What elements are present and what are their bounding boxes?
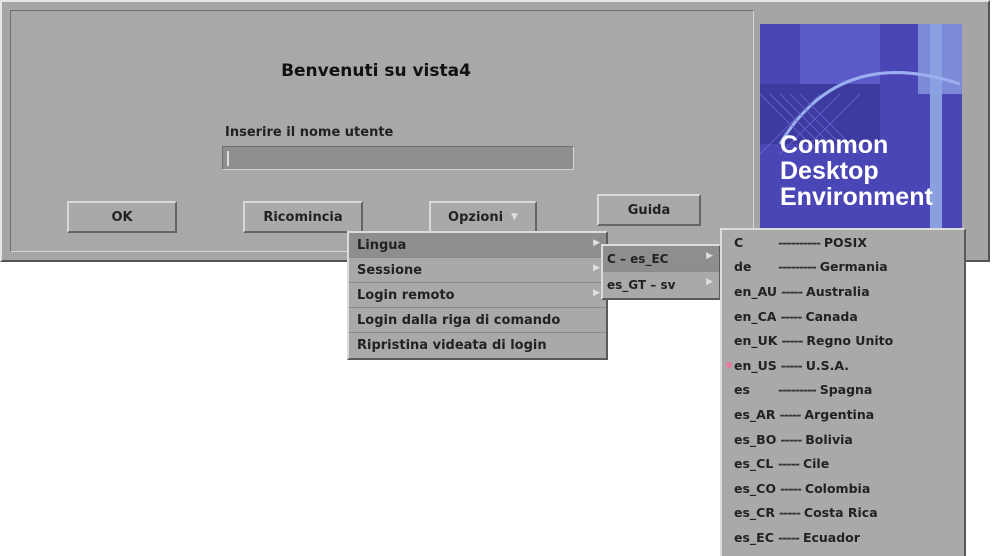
text-caret <box>227 151 229 166</box>
language-code: en_AU <box>734 283 778 299</box>
language-item-es-ar[interactable]: es_AR ----- Argentina <box>722 402 964 427</box>
language-name: Germania <box>819 259 888 275</box>
language-separator: ----- <box>779 480 802 496</box>
menu-item-remote-login[interactable]: Login remoto ▶ <box>349 283 606 308</box>
language-name: Ecuador <box>802 529 860 545</box>
language-name: Argentina <box>804 406 875 422</box>
language-item-en-us[interactable]: en_US ----- U.S.A. <box>722 353 964 378</box>
language-name: Canada <box>805 308 858 324</box>
language-item-en-au[interactable]: en_AU ----- Australia <box>722 279 964 304</box>
language-code: en_UK <box>734 333 778 349</box>
restart-button[interactable]: Ricomincia <box>243 201 363 233</box>
submenu-arrow-icon: ▶ <box>593 263 600 273</box>
menu-item-label: C – es_EC <box>607 251 669 266</box>
language-separator: ----- <box>778 505 801 521</box>
language-separator: ----- <box>778 529 800 545</box>
language-item-c[interactable]: C ---------- POSIX <box>722 230 964 255</box>
language-separator: ----- <box>780 357 803 373</box>
language-name: Spagna <box>819 382 873 398</box>
language-separator: ----- <box>781 283 803 299</box>
language-name: Bolivia <box>805 431 853 447</box>
language-code: es_BO <box>734 431 777 447</box>
help-button[interactable]: Guida <box>597 194 701 226</box>
language-name: U.S.A. <box>805 357 850 373</box>
options-menu: Lingua ▶ Sessione ▶ Login remoto ▶ Login… <box>347 231 608 360</box>
language-separator: --------- <box>778 259 817 275</box>
language-separator: ----- <box>780 308 802 324</box>
logo-line-environment: Environment <box>780 183 933 211</box>
language-code: es_CO <box>734 480 776 496</box>
menu-item-label: Lingua <box>357 237 407 253</box>
language-item-en-uk[interactable]: en_UK ----- Regno Unito <box>722 328 964 353</box>
restart-button-label: Ricomincia <box>263 209 343 225</box>
help-button-label: Guida <box>627 202 671 218</box>
menu-item-label: Login dalla riga di comando <box>357 312 561 328</box>
cde-logo: Common Desktop Environment <box>760 24 962 229</box>
language-item-en-ca[interactable]: en_CA ----- Canada <box>722 304 964 329</box>
logo-line-common: Common <box>780 131 889 159</box>
submenu-arrow-icon: ▶ <box>593 288 600 298</box>
language-group-es-gt-sv[interactable]: es_GT – sv ▶ <box>603 272 719 298</box>
language-code: en_US <box>734 357 777 373</box>
language-item-es-co[interactable]: es_CO ----- Colombia <box>722 476 964 501</box>
cde-logo-text: Common Desktop Environment <box>780 132 933 210</box>
login-window: Benvenuti su vista4 Inserire il nome ute… <box>0 0 990 262</box>
language-item-es-ec[interactable]: es_EC ----- Ecuador <box>722 525 964 550</box>
menu-arrow-icon: ▼ <box>511 212 518 222</box>
menu-item-language[interactable]: Lingua ▶ <box>349 233 606 258</box>
ok-button-label: OK <box>111 209 133 225</box>
username-label: Inserire il nome utente <box>225 125 394 140</box>
language-code: es_AR <box>734 406 776 422</box>
language-item-es-cr[interactable]: es_CR ----- Costa Rica <box>722 501 964 526</box>
language-item-es[interactable]: es --------- Spagna <box>722 378 964 403</box>
menu-item-label: Login remoto <box>357 287 455 303</box>
language-name: Australia <box>806 283 870 299</box>
logo-line-desktop: Desktop <box>780 157 879 185</box>
submenu-arrow-icon: ▶ <box>706 277 713 287</box>
language-group-c-es-ec[interactable]: C – es_EC ▶ <box>603 246 719 272</box>
language-separator: ----- <box>779 406 801 422</box>
username-input[interactable] <box>222 146 574 170</box>
menu-item-command-line-login[interactable]: Login dalla riga di comando <box>349 308 606 333</box>
language-separator: ----- <box>780 431 802 447</box>
menu-item-label: Sessione <box>357 262 423 278</box>
language-separator: --------- <box>778 382 817 398</box>
language-separator: ----- <box>778 456 800 472</box>
menu-item-label: es_GT – sv <box>607 278 676 292</box>
language-name: Regno Unito <box>806 333 894 349</box>
language-item-de[interactable]: de --------- Germania <box>722 255 964 280</box>
selected-radio-icon <box>726 361 732 368</box>
language-group-menu: C – es_EC ▶ es_GT – sv ▶ <box>601 244 721 300</box>
language-list-menu: C ---------- POSIX de --------- Germania en_AU… <box>720 228 966 556</box>
language-code: C <box>734 234 744 250</box>
submenu-arrow-icon: ▶ <box>706 251 713 261</box>
language-separator: ----- <box>781 333 803 349</box>
welcome-title: Benvenuti su vista4 <box>281 61 471 81</box>
language-code: es_EC <box>734 529 774 545</box>
language-item-es-cl[interactable]: es_CL ----- Cile <box>722 451 964 476</box>
language-code: es <box>734 382 750 398</box>
options-button-label: Opzioni <box>448 209 504 225</box>
language-code: en_CA <box>734 308 777 324</box>
language-name: Colombia <box>804 480 871 496</box>
language-code: es_CL <box>734 456 774 472</box>
menu-item-session[interactable]: Sessione ▶ <box>349 258 606 283</box>
language-name: Cile <box>802 456 830 472</box>
language-code: de <box>734 259 752 275</box>
submenu-arrow-icon: ▶ <box>593 238 600 248</box>
language-name: Costa Rica <box>803 505 878 521</box>
ok-button[interactable]: OK <box>67 201 177 233</box>
language-separator: ---------- <box>778 234 821 250</box>
menu-item-label: Ripristina videata di login <box>357 338 547 353</box>
language-code: es_CR <box>734 505 775 521</box>
language-name: POSIX <box>823 234 867 250</box>
options-button[interactable]: Opzioni ▼ <box>429 201 537 233</box>
menu-item-reset-login-screen[interactable]: Ripristina videata di login <box>349 333 606 358</box>
language-item-es-bo[interactable]: es_BO ----- Bolivia <box>722 427 964 452</box>
